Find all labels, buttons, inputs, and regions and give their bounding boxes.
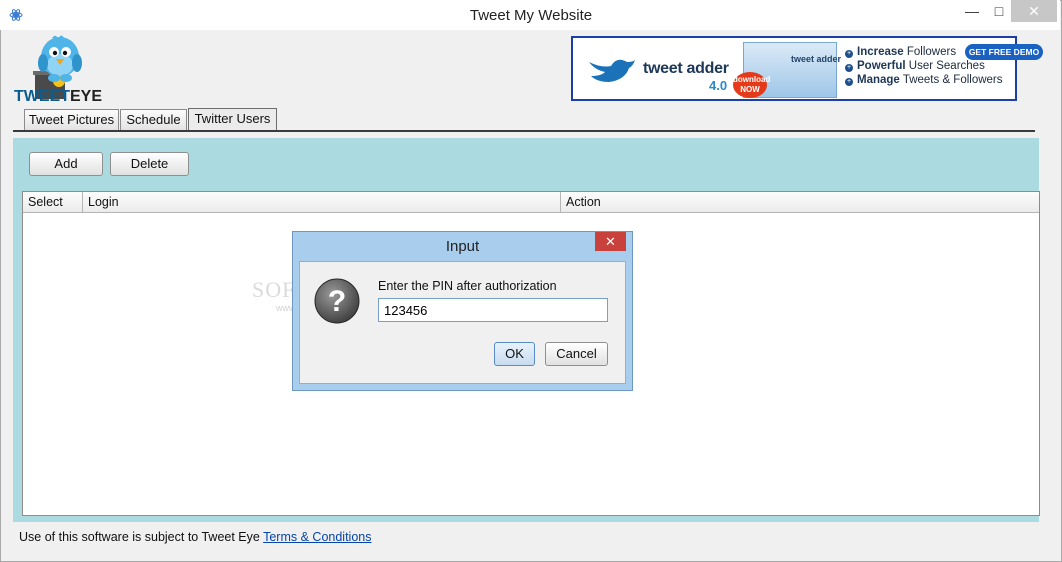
- banner-brand: tweet adder: [643, 60, 729, 77]
- banner-bullet: + Manage Tweets & Followers: [845, 74, 1003, 86]
- pin-prompt-label: Enter the PIN after authorization: [378, 279, 557, 293]
- plus-icon: +: [845, 50, 853, 58]
- dialog-close-button[interactable]: ✕: [595, 232, 626, 251]
- banner-bullet: + Increase Followers: [845, 46, 957, 58]
- delete-button[interactable]: Delete: [110, 152, 189, 176]
- svg-text:?: ?: [328, 285, 346, 318]
- logo-wordmark: TWEETEYE: [14, 88, 102, 106]
- maximize-button[interactable]: □: [985, 0, 1013, 22]
- tab-twitter-users[interactable]: Twitter Users: [188, 108, 277, 131]
- download-now-badge: download NOW: [733, 72, 770, 98]
- pin-input[interactable]: [378, 298, 608, 322]
- bird-icon: [589, 59, 635, 82]
- terms-conditions-link[interactable]: Terms & Conditions: [263, 530, 371, 544]
- question-icon: ?: [314, 278, 360, 324]
- plus-icon: +: [845, 64, 853, 72]
- ok-button[interactable]: OK: [494, 342, 535, 366]
- add-button[interactable]: Add: [29, 152, 103, 176]
- cancel-button[interactable]: Cancel: [545, 342, 608, 366]
- banner-version: 4.0: [709, 78, 728, 93]
- logo-text-tweet: TWEET: [14, 88, 70, 105]
- dialog-title: Input: [445, 238, 480, 255]
- banner-bullet: + Powerful User Searches: [845, 60, 985, 72]
- column-header-select[interactable]: Select: [23, 192, 83, 213]
- window-title: Tweet My Website: [469, 7, 593, 24]
- plus-icon: +: [845, 78, 853, 86]
- column-header-login[interactable]: Login: [83, 192, 561, 213]
- footer-text: Use of this software is subject to Tweet…: [19, 530, 264, 544]
- logo-text-eye: EYE: [70, 88, 103, 105]
- tab-tweet-pictures[interactable]: Tweet Pictures: [24, 109, 119, 130]
- get-free-demo-button[interactable]: GET FREE DEMO: [965, 44, 1043, 60]
- tweet-adder-banner[interactable]: tweet adder 4.0 tweet adder download NOW…: [571, 36, 1043, 101]
- product-box-label: tweet adder: [791, 54, 842, 64]
- minimize-button[interactable]: —: [958, 0, 986, 22]
- column-header-action[interactable]: Action: [561, 192, 1039, 213]
- tab-strip-divider: [13, 130, 1035, 132]
- close-button[interactable]: ✕: [1011, 0, 1057, 22]
- footer-notice: Use of this software is subject to Tweet…: [19, 530, 371, 544]
- tab-schedule[interactable]: Schedule: [120, 109, 187, 130]
